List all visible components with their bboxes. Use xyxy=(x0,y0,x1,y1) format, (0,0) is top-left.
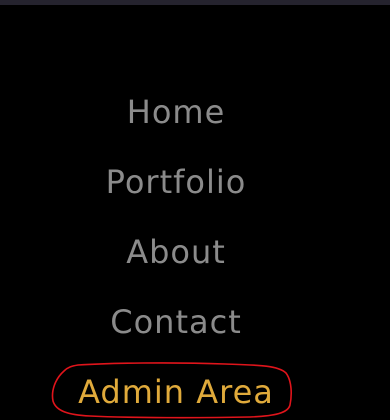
nav-item-contact[interactable]: Contact xyxy=(0,300,352,344)
nav-item-home[interactable]: Home xyxy=(0,90,352,134)
main-nav: Home Portfolio About Contact Admin Area xyxy=(0,0,352,420)
nav-item-admin-area[interactable]: Admin Area xyxy=(0,370,352,414)
nav-item-about[interactable]: About xyxy=(0,230,352,274)
nav-item-portfolio[interactable]: Portfolio xyxy=(0,160,352,204)
